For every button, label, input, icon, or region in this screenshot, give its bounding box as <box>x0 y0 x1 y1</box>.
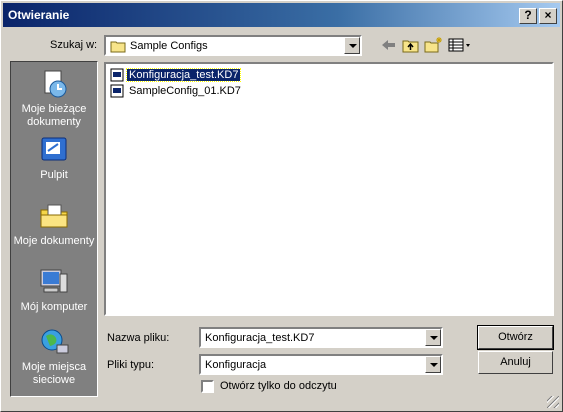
place-my-computer[interactable]: Mój komputer <box>11 266 97 314</box>
chevron-down-icon[interactable] <box>344 37 360 54</box>
filetype-label: Pliki typu: <box>107 359 155 371</box>
chevron-down-icon[interactable] <box>425 356 441 373</box>
place-label: Moje miejsca sieciowe <box>21 361 87 386</box>
filetype-select[interactable]: Konfiguracja <box>199 354 443 375</box>
readonly-label: Otwórz tylko do odczytu <box>220 380 337 392</box>
place-my-documents[interactable]: Moje dokumenty <box>11 200 97 248</box>
file-list[interactable]: Konfiguracja_test.KD7 SampleConfig_01.KD… <box>104 62 554 316</box>
filename-value: Konfiguracja_test.KD7 <box>205 332 315 344</box>
open-dialog: Otwieranie ? × Szukaj w: Sample Configs … <box>0 0 563 412</box>
lookin-value: Sample Configs <box>130 40 208 52</box>
place-label: Mój komputer <box>20 301 88 313</box>
lookin-combo[interactable]: Sample Configs <box>104 35 362 56</box>
cancel-button[interactable]: Anuluj <box>478 351 553 374</box>
places-bar: Moje bieżące dokumenty Pulpit Moje dokum… <box>10 61 98 397</box>
list-item[interactable]: Konfiguracja_test.KD7 <box>109 67 242 83</box>
close-button[interactable]: × <box>539 8 557 24</box>
network-places-icon <box>38 326 70 358</box>
my-documents-icon <box>38 200 70 232</box>
list-item[interactable]: SampleConfig_01.KD7 <box>109 83 243 99</box>
file-name: Konfiguracja_test.KD7 <box>125 68 242 82</box>
place-recent-documents[interactable]: Moje bieżące dokumenty <box>11 68 97 129</box>
open-button[interactable]: Otwórz <box>477 325 554 350</box>
place-label: Pulpit <box>40 169 68 181</box>
help-button[interactable]: ? <box>519 8 537 24</box>
filename-field[interactable]: Konfiguracja_test.KD7 <box>199 327 443 348</box>
place-label: Moje bieżące dokumenty <box>21 103 87 128</box>
place-label: Moje dokumenty <box>13 235 95 247</box>
title-bar[interactable]: Otwieranie ? × <box>3 3 560 27</box>
view-menu-icon[interactable] <box>447 36 473 54</box>
config-file-icon <box>110 68 124 82</box>
window-title: Otwieranie <box>8 8 70 22</box>
filetype-value: Konfiguracja <box>205 359 267 371</box>
chevron-down-icon[interactable] <box>425 329 441 346</box>
recent-documents-icon <box>38 68 70 100</box>
my-computer-icon <box>38 266 70 298</box>
lookin-label: Szukaj w: <box>50 39 98 51</box>
config-file-icon <box>110 84 124 98</box>
new-folder-icon[interactable] <box>423 36 443 54</box>
desktop-icon <box>38 134 70 166</box>
up-folder-icon[interactable] <box>401 36 421 54</box>
place-desktop[interactable]: Pulpit <box>11 134 97 182</box>
place-network[interactable]: Moje miejsca sieciowe <box>11 326 97 387</box>
readonly-checkbox[interactable] <box>201 380 214 393</box>
folder-icon <box>110 40 126 56</box>
file-name: SampleConfig_01.KD7 <box>129 85 241 97</box>
back-arrow-icon[interactable] <box>379 36 399 54</box>
filename-label: Nazwa pliku: <box>107 332 170 344</box>
resize-grip[interactable] <box>547 396 559 408</box>
